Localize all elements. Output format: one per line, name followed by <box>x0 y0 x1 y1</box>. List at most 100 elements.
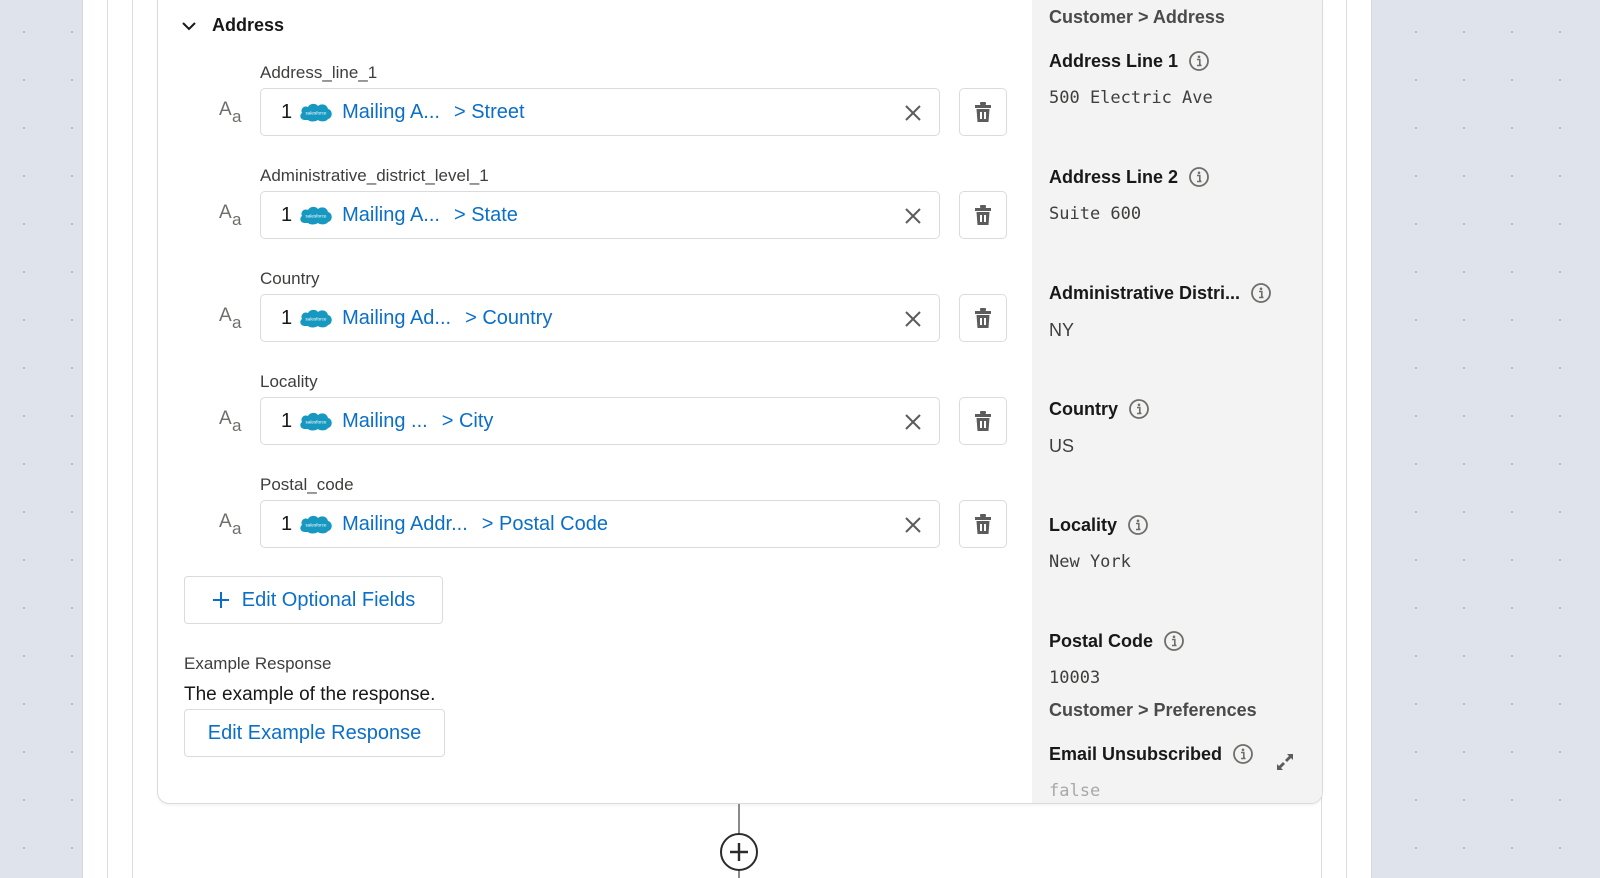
svg-text:salesforce: salesforce <box>306 214 327 219</box>
field-mapping-row: Country Aa 1 salesforce Mailing Ad... > … <box>158 269 1032 372</box>
pill-field-name[interactable]: > City <box>442 410 494 433</box>
svg-text:salesforce: salesforce <box>306 111 327 116</box>
salesforce-cloud-icon: salesforce <box>300 309 332 328</box>
field-mapping-input[interactable]: 1 salesforce Mailing A... > Street <box>260 88 940 136</box>
preview-group-title: Customer > Preferences <box>1049 700 1257 720</box>
preview-content: Customer > Address Address Line 1 500 Elec… <box>1049 7 1322 801</box>
preview-field-name: Postal Code <box>1049 630 1322 652</box>
field-label: Locality <box>260 372 318 391</box>
edit-optional-fields-button[interactable]: Edit Optional Fields <box>184 576 443 624</box>
field-mapping-row: Address_line_1 Aa 1 salesforce Mailing A… <box>158 63 1032 166</box>
trash-icon <box>975 205 991 225</box>
close-icon[interactable] <box>901 101 925 125</box>
pill-field-name[interactable]: > Street <box>454 101 525 124</box>
info-icon[interactable] <box>1188 50 1210 72</box>
svg-text:salesforce: salesforce <box>306 317 327 322</box>
delete-field-button[interactable] <box>959 294 1007 342</box>
delete-field-button[interactable] <box>959 88 1007 136</box>
preview-field-value: false <box>1049 781 1101 801</box>
expand-icon[interactable] <box>1274 751 1296 773</box>
preview-field-label: Email Unsubscribed <box>1049 743 1223 764</box>
field-label: Postal_code <box>260 475 354 494</box>
field-mapping-input[interactable]: 1 salesforce Mailing Ad... > Country <box>260 294 940 342</box>
salesforce-cloud-icon: salesforce <box>300 206 332 225</box>
pill-field-name[interactable]: > Country <box>465 307 552 330</box>
edit-example-response-button[interactable]: Edit Example Response <box>184 709 445 757</box>
pill-object-name[interactable]: Mailing Ad... <box>342 307 451 330</box>
delete-field-button[interactable] <box>959 500 1007 548</box>
salesforce-cloud-icon: salesforce <box>300 515 332 534</box>
chevron-down-icon <box>182 21 196 30</box>
example-response-text: The example of the response. <box>184 684 436 705</box>
preview-field-name: Administrative Distri... <box>1049 282 1322 304</box>
add-step-button[interactable] <box>720 833 758 871</box>
trash-icon <box>975 102 991 122</box>
delete-field-button[interactable] <box>959 191 1007 239</box>
text-type-icon: Aa <box>219 305 242 332</box>
preview-field-label: Address Line 2 <box>1049 166 1179 187</box>
mapping-editor: Address Address_line_1 Aa 1 salesforce M… <box>158 0 1032 803</box>
salesforce-cloud-icon: salesforce <box>300 103 332 122</box>
field-label: Address_line_1 <box>260 63 378 82</box>
pill-field-name[interactable]: > State <box>454 204 518 227</box>
address-section-toggle[interactable]: Address <box>180 15 284 36</box>
info-icon[interactable] <box>1127 514 1149 536</box>
pill-object-name[interactable]: Mailing ... <box>342 410 428 433</box>
preview-field-label: Locality <box>1049 514 1118 535</box>
pill-object-name[interactable]: Mailing A... <box>342 204 440 227</box>
pill-index: 1 <box>281 100 293 123</box>
close-icon[interactable] <box>901 204 925 228</box>
field-mapping-input[interactable]: 1 salesforce Mailing A... > State <box>260 191 940 239</box>
field-mapping-row: Locality Aa 1 salesforce Mailing ... > C… <box>158 372 1032 475</box>
pill-object-name[interactable]: Mailing Addr... <box>342 513 468 536</box>
address-mapping-card: Address Address_line_1 Aa 1 salesforce M… <box>157 0 1323 804</box>
pill-index: 1 <box>281 203 293 226</box>
pill-index: 1 <box>281 306 293 329</box>
text-type-icon: Aa <box>219 202 242 229</box>
preview-field-value: US <box>1049 436 1075 456</box>
preview-field-value: 500 Electric Ave <box>1049 88 1213 108</box>
edit-optional-fields-label: Edit Optional Fields <box>241 588 416 611</box>
pill-object-name[interactable]: Mailing A... <box>342 101 440 124</box>
trash-icon <box>975 308 991 328</box>
preview-field-value: NY <box>1049 320 1075 340</box>
delete-field-button[interactable] <box>959 397 1007 445</box>
text-type-icon: Aa <box>219 408 242 435</box>
add-circle-icon <box>730 843 748 861</box>
salesforce-cloud-icon: salesforce <box>300 412 332 431</box>
preview-field-name: Address Line 2 <box>1049 166 1322 188</box>
pill-field-name[interactable]: > Postal Code <box>482 513 608 536</box>
field-mapping-row: Administrative_district_level_1 Aa 1 sal… <box>158 166 1032 269</box>
info-icon[interactable] <box>1163 630 1185 652</box>
preview-field-value: 10003 <box>1049 668 1101 688</box>
preview-field-label: Country <box>1049 398 1118 419</box>
trash-icon <box>975 514 991 534</box>
info-icon[interactable] <box>1232 743 1254 765</box>
close-icon[interactable] <box>901 307 925 331</box>
preview-panel: Customer > Address Address Line 1 500 Elec… <box>1032 0 1322 803</box>
info-icon[interactable] <box>1188 166 1210 188</box>
preview-field-label: Address Line 1 <box>1049 50 1179 71</box>
preview-field-value: Suite 600 <box>1049 204 1142 224</box>
field-mapping-input[interactable]: 1 salesforce Mailing Addr... > Postal Co… <box>260 500 940 548</box>
plus-icon <box>212 592 229 608</box>
preview-field-value: New York <box>1049 552 1131 572</box>
field-label: Country <box>260 269 320 288</box>
preview-field-label: Administrative Distri... <box>1049 282 1241 303</box>
info-icon[interactable] <box>1250 282 1272 304</box>
section-title: Address <box>212 15 285 35</box>
preview-field-label: Postal Code <box>1049 630 1154 651</box>
close-icon[interactable] <box>901 410 925 434</box>
pill-index: 1 <box>281 512 293 535</box>
preview-group-title: Customer > Address <box>1049 7 1225 27</box>
example-response-label: Example Response <box>184 654 332 673</box>
info-icon[interactable] <box>1128 398 1150 420</box>
close-icon[interactable] <box>901 513 925 537</box>
svg-text:salesforce: salesforce <box>306 523 327 528</box>
field-mapping-row: Postal_code Aa 1 salesforce Mailing Addr… <box>158 475 1032 578</box>
svg-text:salesforce: salesforce <box>306 420 327 425</box>
field-label: Administrative_district_level_1 <box>260 166 489 185</box>
field-mapping-input[interactable]: 1 salesforce Mailing ... > City <box>260 397 940 445</box>
edit-example-response-label: Edit Example Response <box>207 721 422 744</box>
text-type-icon: Aa <box>219 99 242 126</box>
